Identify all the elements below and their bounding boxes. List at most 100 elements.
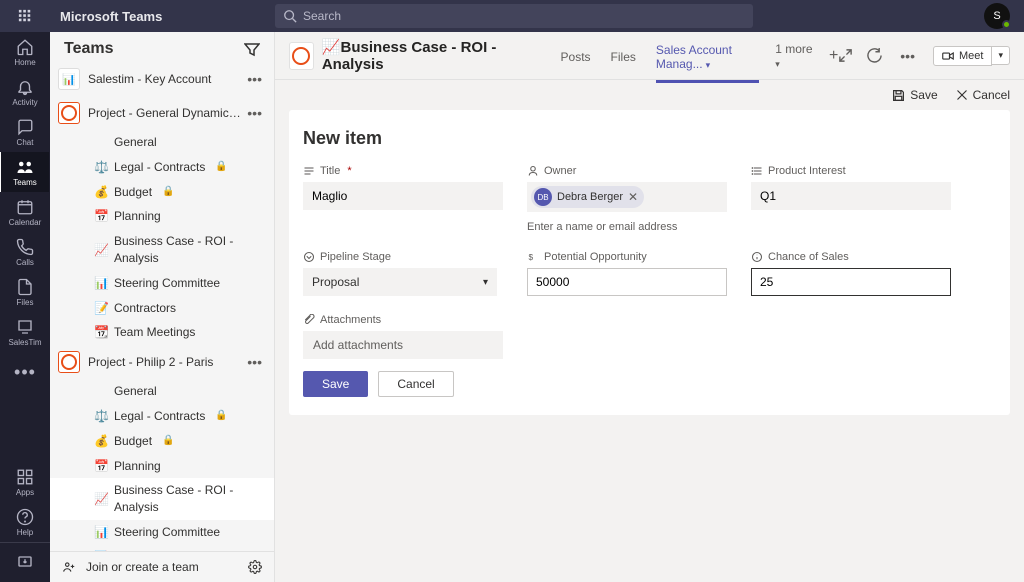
channel-header: 📈Business Case - ROI - Analysis Posts Fi… [275, 32, 1024, 80]
team-more-button[interactable]: ••• [243, 354, 266, 370]
field-label: Chance of Sales [751, 251, 951, 263]
channel-item[interactable]: 📆 Team Meetings [50, 320, 274, 345]
channel-item[interactable]: 📈Business Case - ROI - Analysis [50, 478, 274, 520]
toolbar-cancel-label: Cancel [973, 88, 1010, 102]
filter-icon[interactable] [244, 41, 260, 57]
channel-item[interactable]: ⚖️Legal - Contracts🔒 [50, 404, 274, 429]
app-launcher-icon[interactable] [0, 0, 50, 32]
save-button[interactable]: Save [303, 371, 368, 397]
tab-more[interactable]: 1 more ▾ [775, 42, 815, 70]
team-header[interactable]: Project - Philip 2 - Paris••• [50, 345, 274, 379]
field-label: Pipeline Stage [303, 251, 503, 263]
meet-dropdown[interactable]: ▾ [992, 46, 1010, 65]
channel-item[interactable]: 📈Business Case - ROI - Analysis [50, 229, 274, 271]
chip-label: Debra Berger [557, 191, 623, 203]
chevron-down-icon: ▾ [706, 60, 711, 70]
channel-logo [289, 42, 314, 70]
stage-select[interactable]: Proposal ▾ [303, 268, 497, 296]
channel-emoji-icon: 💰 [94, 184, 108, 201]
channel-item[interactable]: General [50, 130, 274, 155]
rail-chat[interactable]: Chat [0, 112, 50, 152]
channel-item[interactable]: 📊Steering Committee [50, 520, 274, 545]
channel-emoji-icon: 📈 [94, 491, 108, 508]
refresh-icon[interactable] [867, 48, 882, 63]
rail-files[interactable]: Files [0, 272, 50, 312]
rail-calls[interactable]: Calls [0, 232, 50, 272]
rail-calendar[interactable]: Calendar [0, 192, 50, 232]
channel-item[interactable]: 💰Budget🔒 [50, 180, 274, 205]
teams-title: Teams [64, 40, 236, 58]
tab-files[interactable]: Files [601, 36, 646, 76]
rail-more[interactable]: ••• [0, 352, 50, 392]
form-toolbar: Save Cancel [275, 80, 1024, 110]
channel-title: 📈Business Case - ROI - Analysis [322, 38, 533, 73]
rail-home[interactable]: Home [0, 32, 50, 72]
channel-label: Team Meetings [114, 324, 195, 341]
search-icon [283, 9, 297, 23]
rail-label: Files [17, 298, 34, 307]
select-value: Proposal [312, 275, 359, 289]
channel-item[interactable]: 📊Steering Committee [50, 271, 274, 296]
text-icon [303, 165, 315, 177]
toolbar-save-button[interactable]: Save [892, 88, 937, 102]
field-pipeline-stage: Pipeline Stage Proposal ▾ [303, 251, 503, 296]
chevron-down-icon: ▾ [483, 277, 488, 288]
channel-item[interactable]: ⚖️Legal - Contracts🔒 [50, 155, 274, 180]
channel-emoji-icon: ⚖️ [94, 159, 108, 176]
team-name: Project - Philip 2 - Paris [88, 355, 243, 369]
header-more-button[interactable]: ••• [896, 48, 919, 64]
field-label: Title* [303, 165, 503, 177]
add-tab-button[interactable]: + [829, 47, 838, 65]
label-text: Owner [544, 165, 576, 177]
search-input[interactable] [275, 4, 753, 28]
currency-icon: $ [527, 251, 539, 263]
rail-apps[interactable]: Apps [0, 462, 50, 502]
channel-emoji-icon: 📆 [94, 324, 108, 341]
owner-input[interactable]: DB Debra Berger ✕ [527, 182, 727, 212]
channel-item[interactable]: 📅Planning [50, 204, 274, 229]
rail-label: Calendar [9, 218, 41, 227]
rail-salestim[interactable]: SalesTim [0, 312, 50, 352]
channel-label: Budget [114, 433, 152, 450]
channel-item[interactable]: 📝 Contractors [50, 296, 274, 321]
meet-main[interactable]: Meet [933, 46, 992, 66]
channel-emoji-icon: 📝 [94, 300, 108, 317]
attachments-input[interactable]: Add attachments [303, 331, 503, 359]
channel-item[interactable]: 📅Planning [50, 454, 274, 479]
rail-download[interactable] [0, 542, 50, 582]
rail-activity[interactable]: Activity [0, 72, 50, 112]
rail-teams[interactable]: Teams [0, 152, 49, 192]
tab-posts[interactable]: Posts [551, 36, 601, 76]
field-label: $ Potential Opportunity [527, 251, 727, 263]
title-input[interactable] [303, 182, 503, 210]
product-input[interactable] [751, 182, 951, 210]
channel-emoji-icon: 📈 [94, 242, 108, 259]
tab-sales-account[interactable]: Sales Account Manag...▾ [646, 29, 769, 83]
remove-chip-button[interactable]: ✕ [628, 190, 638, 204]
team-more-button[interactable]: ••• [243, 105, 266, 121]
gear-icon[interactable] [248, 560, 262, 574]
field-opportunity: $ Potential Opportunity [527, 251, 727, 296]
join-icon [62, 560, 76, 574]
field-product-interest: Product Interest [751, 165, 951, 233]
field-title: Title* [303, 165, 503, 233]
team-header[interactable]: 📊Salestim - Key Account••• [50, 62, 274, 96]
toolbar-cancel-button[interactable]: Cancel [956, 88, 1010, 102]
form-card: New item Title* Owner [289, 110, 1010, 415]
lock-icon: 🔒 [162, 434, 174, 448]
rail-help[interactable]: Help [0, 502, 50, 542]
chance-input[interactable] [751, 268, 951, 296]
team-more-button[interactable]: ••• [243, 71, 266, 87]
attachment-icon [303, 314, 315, 326]
team-header[interactable]: Project - General Dynamics - Pa...••• [50, 96, 274, 130]
channel-emoji-icon: 💰 [94, 433, 108, 450]
expand-icon[interactable] [838, 48, 853, 63]
channel-emoji-icon: 📅 [94, 208, 108, 225]
meet-button[interactable]: Meet ▾ [933, 46, 1010, 66]
channel-item[interactable]: 💰 Budget 🔒 [50, 429, 274, 454]
channel-item[interactable]: General [50, 379, 274, 404]
opportunity-input[interactable] [527, 268, 727, 296]
join-team-link[interactable]: Join or create a team [86, 560, 199, 574]
cancel-button[interactable]: Cancel [378, 371, 453, 397]
channel-label: Contractors [114, 300, 176, 317]
